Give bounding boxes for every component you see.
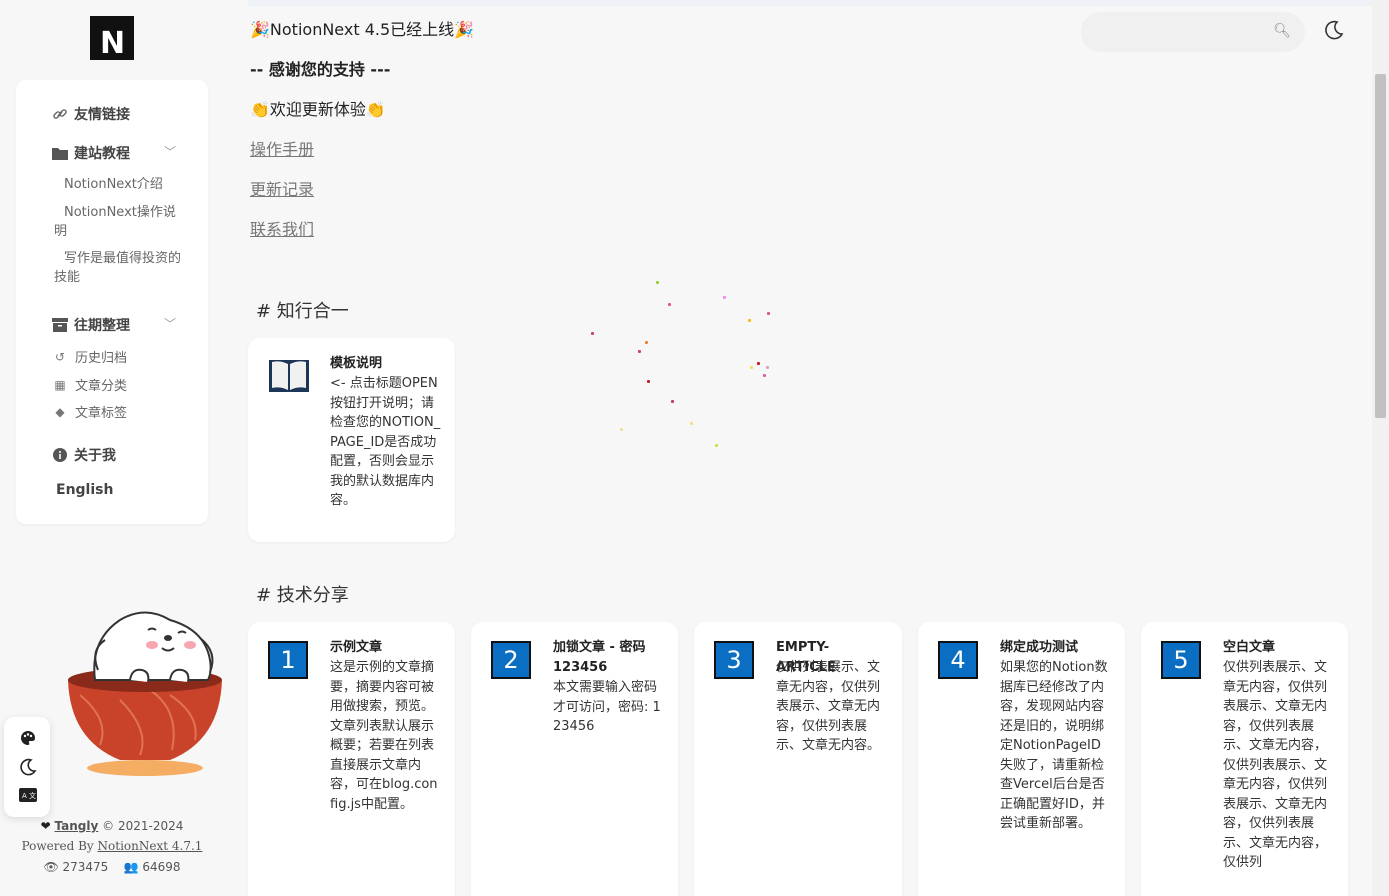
card-number-badge: 4 bbox=[938, 641, 978, 679]
mascot-illustration bbox=[60, 600, 230, 780]
menu-item-about[interactable]: 关于我 bbox=[52, 445, 116, 465]
post-card[interactable]: 4 绑定成功测试 如果您的Notion数据库已经修改了内容，发现网站内容还是旧的… bbox=[918, 622, 1125, 896]
post-card[interactable]: 3 EMPTY-ARTICLE 仅供列表展示、文章无内容，仅供列表展示、文章无内… bbox=[694, 622, 902, 896]
menu-item-label: 友情链接 bbox=[74, 107, 130, 123]
post-card[interactable]: 1 示例文章 这是示例的文章摘要，摘要内容可被用做搜索，预览。文章列表默认展示概… bbox=[248, 622, 455, 896]
translate-icon[interactable]: A文 bbox=[18, 785, 38, 805]
footer-powered: Powered By NotionNext 4.7.1 bbox=[0, 839, 224, 853]
palette-icon[interactable] bbox=[18, 728, 38, 748]
manual-link[interactable]: 操作手册 bbox=[250, 136, 314, 160]
views-count: 273475 bbox=[62, 860, 109, 874]
notice-thanks: -- 感谢您的支持 --- bbox=[250, 60, 391, 79]
card-number-badge: 5 bbox=[1161, 641, 1201, 679]
notice-headline: 🎉NotionNext 4.5已经上线🎉 bbox=[250, 20, 475, 39]
svg-text:文: 文 bbox=[29, 791, 36, 800]
submenu-item-intro[interactable]: NotionNext介绍 bbox=[64, 175, 194, 194]
submenu-item-label: 历史归档 bbox=[75, 351, 128, 366]
card-title[interactable]: 加锁文章 - 密码 123456 bbox=[553, 638, 665, 678]
logo-letter: N bbox=[100, 26, 126, 61]
notice-welcome: 👏欢迎更新体验👏 bbox=[250, 100, 386, 119]
copyright-text: © 2021-2024 bbox=[102, 819, 184, 833]
changelog-link[interactable]: 更新记录 bbox=[250, 176, 314, 200]
search-icon[interactable]: 🔍︎ bbox=[1273, 23, 1291, 39]
sidebar-menu: 友情链接 建站教程 ﹀ NotionNext介绍 NotionNext操作说明 … bbox=[16, 80, 208, 524]
book-icon bbox=[268, 358, 310, 394]
floating-toolbar: A文 bbox=[4, 717, 50, 817]
menu-item-links[interactable]: 友情链接 bbox=[52, 104, 130, 124]
card-summary: 仅供列表展示、文章无内容，仅供列表展示、文章无内容，仅供列表展示、文章无内容。 bbox=[776, 660, 881, 753]
menu-item-label: 关于我 bbox=[74, 448, 116, 464]
card-title[interactable]: 空白文章 bbox=[1223, 638, 1335, 658]
archive-icon bbox=[52, 317, 68, 333]
folder-icon bbox=[52, 145, 68, 161]
card-summary: 这是示例的文章摘要，摘要内容可被用做搜索，预览。文章列表默认展示概要；若要在列表… bbox=[330, 660, 438, 812]
submenu-item-guide[interactable]: NotionNext操作说明 bbox=[54, 203, 184, 241]
svg-text:A: A bbox=[22, 792, 27, 800]
chevron-down-icon[interactable]: ﹀ bbox=[164, 143, 176, 160]
post-card[interactable]: 2 加锁文章 - 密码 123456 本文需要输入密码才可访问，密码: 1234… bbox=[471, 622, 678, 896]
notionnext-link[interactable]: NotionNext 4.7.1 bbox=[98, 839, 203, 853]
card-title[interactable]: 绑定成功测试 bbox=[1000, 638, 1112, 658]
eye-icon: 👁 bbox=[43, 860, 59, 874]
post-card[interactable]: 模板说明 <- 点击标题OPEN按钮打开说明；请检查您的NOTION_PAGE_… bbox=[248, 338, 455, 542]
history-icon: ↺ bbox=[54, 349, 66, 364]
info-icon bbox=[52, 447, 68, 463]
language-switch[interactable]: English bbox=[56, 482, 113, 498]
moon-icon[interactable] bbox=[18, 757, 38, 777]
scrollbar-thumb[interactable] bbox=[1375, 74, 1386, 418]
card-summary: 本文需要输入密码才可访问，密码: 123456 bbox=[553, 680, 661, 734]
search-input[interactable]: 🔍︎ bbox=[1081, 12, 1305, 52]
powered-prefix: Powered By bbox=[21, 839, 94, 853]
footer-stats: 👁 273475 👥 64698 bbox=[0, 860, 224, 874]
link-icon bbox=[52, 106, 68, 122]
section-heading: # 知行合一 bbox=[256, 301, 349, 322]
page-scrollbar[interactable] bbox=[1372, 0, 1389, 896]
menu-item-label: 往期整理 bbox=[74, 318, 130, 334]
submenu-item-category[interactable]: ▦ 文章分类 bbox=[53, 375, 128, 395]
grid-icon: ▦ bbox=[54, 377, 66, 392]
card-number-badge: 2 bbox=[491, 641, 531, 679]
tag-icon: ◆ bbox=[55, 404, 65, 419]
card-summary: 仅供列表展示、文章无内容，仅供列表展示、文章无内容，仅供列表展示、文章无内容，仅… bbox=[1223, 660, 1328, 870]
card-title[interactable]: 示例文章 bbox=[330, 638, 442, 658]
submenu-item-label: 文章标签 bbox=[75, 406, 128, 421]
submenu-item-writing[interactable]: 写作是最值得投资的技能 bbox=[54, 249, 184, 287]
author-link[interactable]: Tangly bbox=[55, 819, 99, 833]
site-logo[interactable]: N bbox=[90, 16, 134, 60]
post-card[interactable]: 5 空白文章 仅供列表展示、文章无内容，仅供列表展示、文章无内容，仅供列表展示、… bbox=[1141, 622, 1348, 896]
submenu-item-label: 文章分类 bbox=[75, 379, 128, 394]
menu-item-label: 建站教程 bbox=[74, 146, 130, 162]
section-heading: # 技术分享 bbox=[256, 585, 349, 606]
card-summary: <- 点击标题OPEN按钮打开说明；请检查您的NOTION_PAGE_ID是否成… bbox=[330, 376, 441, 508]
card-number-badge: 1 bbox=[268, 641, 308, 679]
card-title[interactable]: 模板说明 bbox=[330, 354, 442, 374]
top-bar bbox=[248, 0, 1372, 6]
chevron-down-icon[interactable]: ﹀ bbox=[164, 315, 176, 332]
card-summary: 如果您的Notion数据库已经修改了内容，发现网站内容还是旧的，说明绑定Noti… bbox=[1000, 660, 1108, 831]
heart-icon: ❤ bbox=[40, 819, 51, 833]
contact-link[interactable]: 联系我们 bbox=[250, 216, 314, 240]
submenu-item-history[interactable]: ↺ 历史归档 bbox=[53, 347, 128, 367]
moon-icon[interactable] bbox=[1324, 20, 1344, 45]
menu-item-archive[interactable]: 往期整理 ﹀ bbox=[52, 315, 176, 335]
users-icon: 👥 bbox=[123, 860, 139, 874]
submenu-item-tag[interactable]: ◆ 文章标签 bbox=[53, 402, 128, 422]
card-number-badge: 3 bbox=[714, 641, 754, 679]
footer-copyright: ❤ Tangly © 2021-2024 bbox=[0, 819, 224, 833]
menu-item-tutorial[interactable]: 建站教程 ﹀ bbox=[52, 143, 176, 163]
visitors-count: 64698 bbox=[142, 860, 181, 874]
